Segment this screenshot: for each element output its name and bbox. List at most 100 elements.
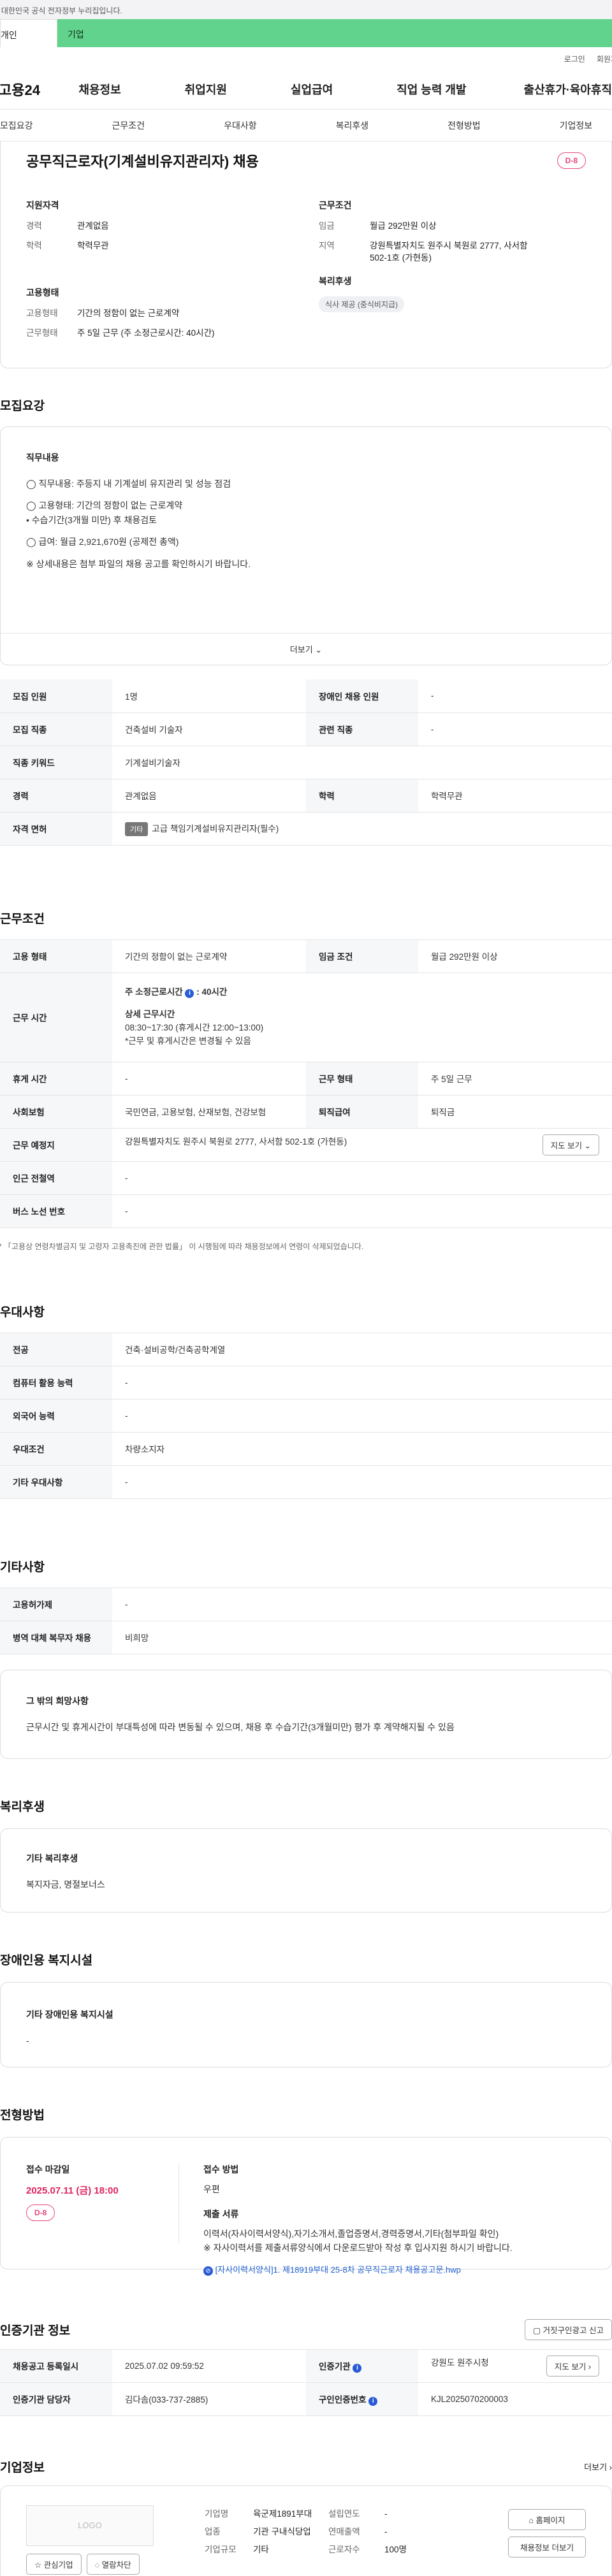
qual-value: 관계없음 [77,221,109,231]
report-fake-ad-button[interactable]: ▢ 거짓구인광고 신고 [525,2319,612,2340]
table-row: 우대조건 차량소지자 [0,1432,612,1466]
row-header: 근무 형태 [306,1062,418,1096]
map-toggle-button[interactable]: 지도 보기 ⌄ [542,1134,599,1155]
site-logo[interactable]: 고용24 [0,79,75,99]
fact-label: 업종 [205,2526,221,2536]
deadline-date: 2025.07.11 (금) 18:00 [26,2185,119,2196]
tab-company-label: 기업 [68,29,84,40]
row-header: 고용 형태 [0,939,112,973]
gnb-vocational-training[interactable]: 직업 능력 개발 [397,81,466,98]
snb-recruit[interactable]: 모집요강 [0,119,33,132]
row-value: - [112,1062,306,1096]
table-row: 컴퓨터 활용 능력 - [0,1366,612,1400]
etc-title: 기타사항 [0,1560,45,1574]
selection-section: 전형방법 접수 마감일 2025.07.11 (금) 18:00 D-8 접수 … [0,2106,612,2276]
emp-value: 기간의 정함이 없는 근로계약 [77,308,180,318]
row-header: 근무 예정지 [0,1128,112,1162]
tab-company[interactable]: 기업 [57,19,612,47]
attachment-link[interactable]: [자사이력서양식]1. 제18919부대 25-8차 공무직근로자 채용공고문.… [215,2265,461,2275]
place-cell: 강원특별자치도 원주시 북원로 2777, 사서함 502-1호 (가현동) 지도… [112,1128,612,1162]
row-header: 병역 대체 복무자 채용 [0,1621,112,1654]
etc-section: 기타사항 고용허가제 - 병역 대체 복무자 채용 비희망 그 밖의 희망사항 근무… [0,1558,612,1759]
home-icon: ⌂ [528,2515,534,2525]
company-more-link[interactable]: 더보기 › [584,2461,612,2473]
tab-personal[interactable]: 개인 [0,19,57,47]
cert-agency-cell: 강원도 원주시청 지도 보기 › [418,2349,612,2383]
report-label: 거짓구인광고 신고 [543,2326,604,2335]
row-value: 2025.07.02 09:59:52 [112,2349,306,2383]
duty-more-button[interactable]: 더보기 ⌄ [1,633,611,665]
table-row: 외국어 능력 - [0,1399,612,1433]
row-value: 학력무관 [418,779,612,813]
row-value: 국민연금, 고용보험, 산재보험, 건강보험 [112,1095,306,1129]
method-block: 접수 방법 우편 제출 서류 이력서(자사이력서양식),자기소개서,졸업증명서,… [179,2163,513,2276]
info-icon[interactable]: i [353,2363,362,2373]
link-icon: ⊘ [203,2266,213,2276]
row-value: - [112,1399,612,1433]
detail-hours-label: 상세 근무시간 [125,1009,175,1020]
company-logo-block: LOGO ☆ 관심기업 ◌ 열람차단 [26,2505,154,2575]
disability-section: 장애인용 복지시설 기타 장애인용 복지시설 - [0,1951,612,2067]
block-company-button[interactable]: ◌ 열람차단 [86,2553,140,2575]
row-header: 인증기관 담당자 [0,2382,112,2416]
row-value: - [112,1161,612,1195]
table-row: 인증기관 담당자 김다솜(033-737-2885) 구인인증번호 i KJL2025… [0,2382,612,2416]
gnb-employment-support[interactable]: 취업지원 [185,81,227,98]
row-header: 모집 직종 [0,713,112,746]
snb-work[interactable]: 근무조건 [112,119,145,132]
selection-title: 전형방법 [0,2108,45,2122]
recruit-section: 모집요강 직무내용 ◯ 직무내용: 주등지 내 기계설비 유지관리 및 성능 점… [0,396,612,846]
duty-line: ◯ 급여: 월급 2,921,670원 (공제전 총액) [26,537,179,547]
snb-company[interactable]: 기업정보 [560,119,593,132]
method-title: 접수 방법 [203,2164,239,2174]
cond-label: 지역 [319,240,335,250]
row-value: 강원도 원주시청 [431,2357,489,2368]
fact-label: 연매출액 [328,2526,360,2536]
snb-pref[interactable]: 우대사항 [224,119,257,132]
follow-company-button[interactable]: ☆ 관심기업 [26,2553,82,2575]
emp-value: 주 5일 근무 (주 소정근로시간: 40시간) [77,328,215,338]
disability-title: 장애인용 복지시설 [0,1953,93,1967]
login-link[interactable]: 로그인 [564,55,585,64]
row-value: KJL2025070200003 [418,2382,612,2416]
company-jobs-button[interactable]: 채용정보 더보기 [508,2536,586,2558]
work-hours-value: 40시간 [201,987,228,997]
attachment[interactable]: ⊘ [자사이력서양식]1. 제18919부대 25-8차 공무직근로자 채용공고… [203,2263,513,2276]
cert-section: 인증기관 정보 ▢ 거짓구인광고 신고 채용공고 등록일시 2025.07.02 … [0,2319,612,2416]
homepage-button[interactable]: ⌂ 홈페이지 [508,2508,586,2530]
license-value: 고급 책임기계설비유지관리자(필수) [152,823,279,834]
row-header: 인근 전철역 [0,1161,112,1195]
snb-benefit[interactable]: 복리후생 [336,119,369,132]
cert-number-label: 구인인증번호 [319,2394,367,2405]
disability-box: 기타 장애인용 복지시설 - [0,1981,612,2067]
snb-selection[interactable]: 전형방법 [448,119,481,132]
disability-box-text: - [26,2035,29,2046]
gnb-parental-leave[interactable]: 출산휴가·육아휴직 [524,81,612,98]
pref-table: 전공 건축·설비공학/건축공학계열 컴퓨터 활용 능력 - 외국어 능력 - 우대조건… [0,1332,612,1499]
signup-link[interactable]: 회원가입 [597,55,612,64]
row-header: 기타 우대사항 [0,1465,112,1499]
gnb-unemployment-benefit[interactable]: 실업급여 [291,81,333,98]
recruit-table: 모집 인원 1명 장애인 채용 인원 - 모집 직종 건축설비 기술자 관련 직종 - 직종… [0,679,612,846]
benefit-box-title: 기타 복리후생 [26,1853,78,1863]
row-value: - [112,1465,612,1499]
info-icon[interactable]: i [185,989,194,999]
age-note: * 「고용상 연령차별금지 및 고령자 고용촉진에 관한 법률」 이 시행됨에 … [0,1241,364,1251]
gnb-jobs[interactable]: 채용정보 [78,81,120,98]
company-actions: ⌂ 홈페이지 채용정보 더보기 [508,2505,586,2570]
fact-value: 100명 [384,2545,407,2555]
row-value: 비희망 [112,1621,612,1654]
row-header: 학력 [306,779,418,813]
row-value: 건축설비 기술자 [112,713,306,746]
emp-title: 고용형태 [26,287,59,298]
row-header: 버스 노선 번호 [0,1194,112,1228]
duty-line: ◯ 직무내용: 주등지 내 기계설비 유지관리 및 성능 점검 [26,479,231,489]
cert-map-button[interactable]: 지도 보기 › [546,2355,599,2377]
row-header: 전공 [0,1333,112,1366]
cond-value: 월급 292만원 이상 [370,221,437,231]
qual-title: 지원자격 [26,200,59,210]
table-row: 근무 시간 주 소정근로시간 i : 40시간 상세 근무시간 08:30~17… [0,973,612,1062]
info-icon[interactable]: i [368,2396,378,2406]
selection-box: 접수 마감일 2025.07.11 (금) 18:00 D-8 접수 방법 우편… [0,2136,612,2276]
work-table: 고용 형태 기간의 정함이 없는 근로계약 임금 조건 월급 292만원 이상 근무 … [0,939,612,1228]
